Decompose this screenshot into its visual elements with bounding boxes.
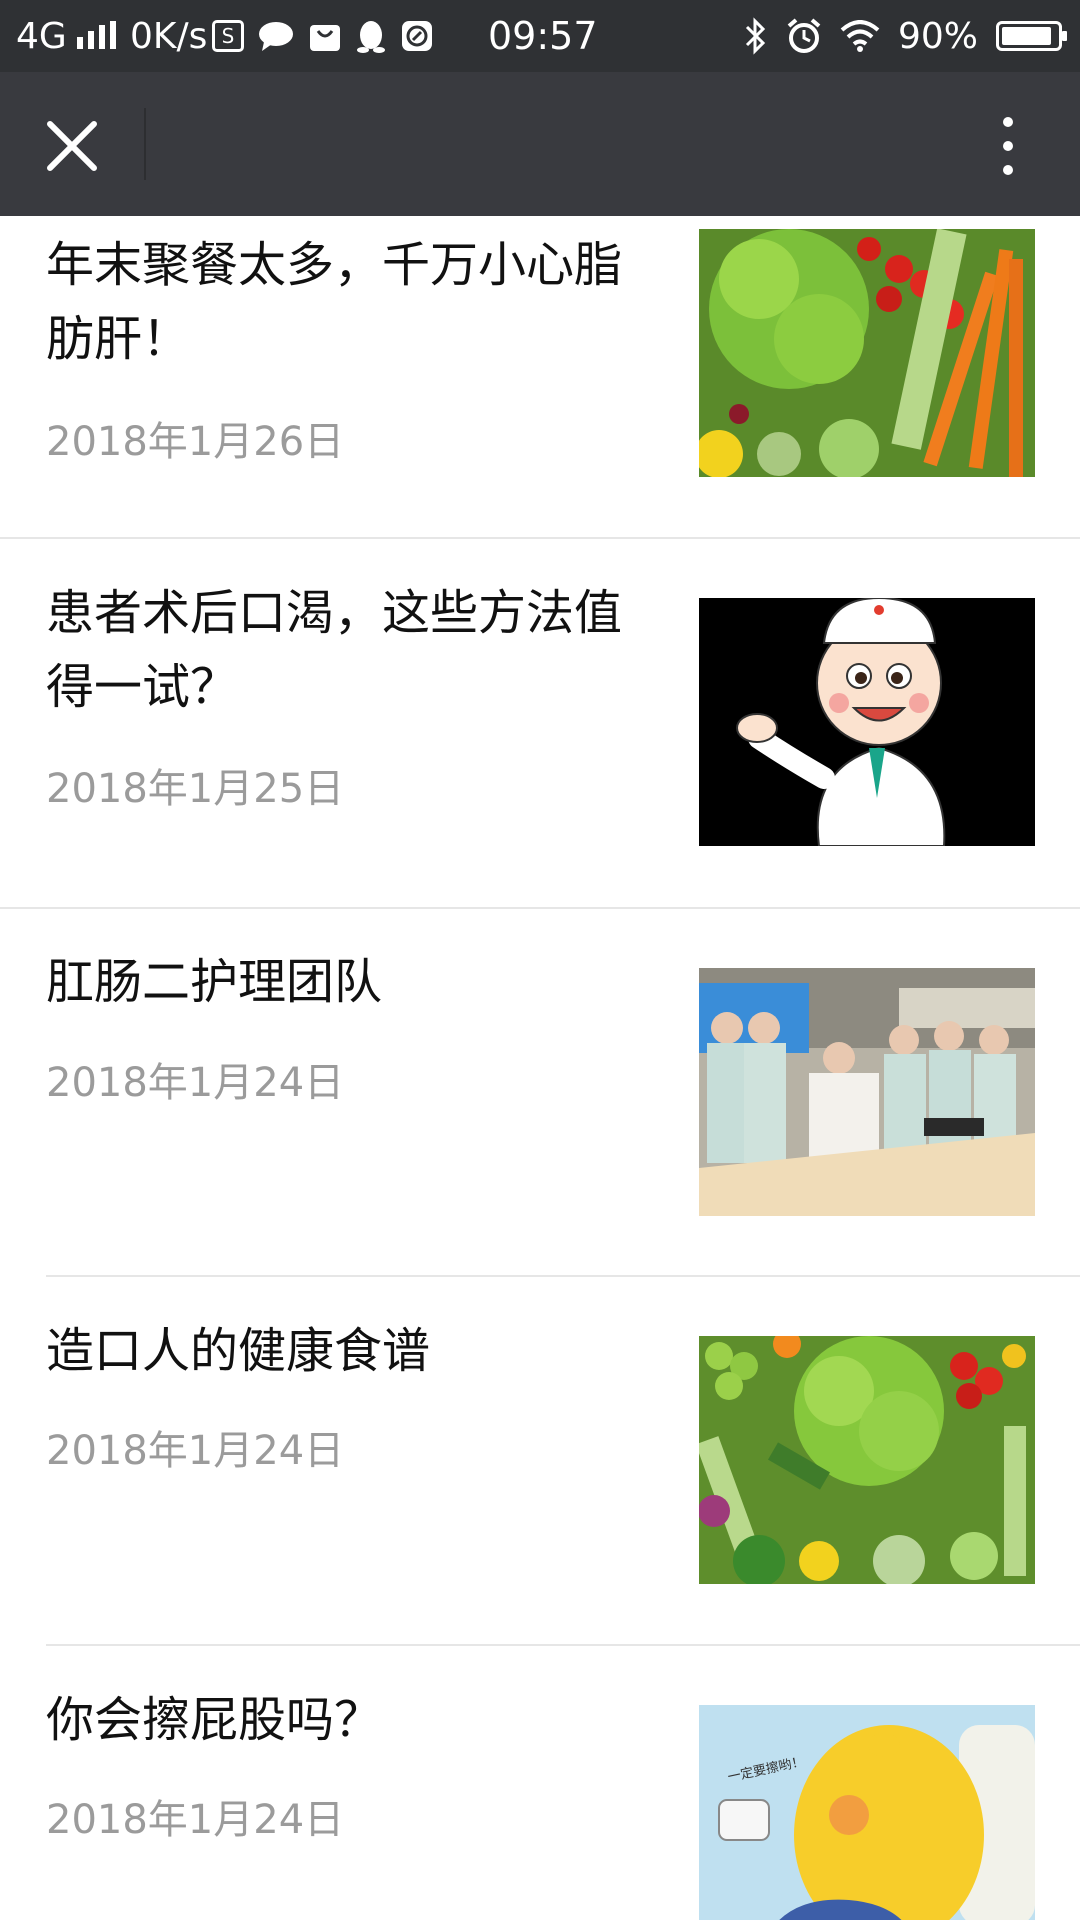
cartoon-toilet-image: 一定要擦哟！: [699, 1705, 1035, 1920]
article-title: 肛肠二护理团队: [46, 954, 383, 1010]
article-title: 造口人的健康食谱: [46, 1323, 431, 1379]
close-icon[interactable]: [40, 114, 104, 178]
network-indicator: 4G: [16, 0, 119, 72]
article-title: 你会擦屁股吗？: [46, 1692, 383, 1748]
notification-icons: S: [212, 0, 434, 72]
vegetables-image: [699, 229, 1035, 477]
qq-penguin-icon: [357, 21, 385, 53]
signal-icon: [76, 21, 116, 49]
battery-icon: [996, 21, 1067, 51]
network-speed: 0K/s: [130, 15, 208, 57]
nav-bar: [0, 72, 1080, 216]
article-date: 2018年1月24日: [46, 1428, 345, 1474]
article-date: 2018年1月26日: [46, 419, 345, 465]
article-thumbnail: [699, 598, 1035, 846]
shopping-bag-icon: [310, 25, 340, 51]
article-title: 年末聚餐太多，千万小心脂肪肝！: [46, 237, 623, 367]
battery-level: [1002, 27, 1051, 45]
article-item[interactable]: 肛肠二护理团队 2018年1月24日: [0, 909, 1080, 1276]
battery-percent: 90%: [897, 15, 978, 57]
article-list: 年末聚餐太多，千万小心脂肪肝！ 2018年1月26日 患者术后口渴，这些方法值得…: [0, 216, 1080, 1920]
article-date: 2018年1月25日: [46, 766, 345, 812]
nav-divider: [144, 108, 146, 180]
wifi-icon: [840, 20, 880, 52]
compass-app-icon: [402, 21, 432, 51]
nursing-team-photo: [699, 968, 1035, 1216]
cartoon-doctor-image: [699, 598, 1035, 846]
system-status: 90%: [744, 0, 1067, 72]
bluetooth-icon: [745, 17, 766, 55]
article-thumbnail: [699, 229, 1035, 477]
more-vertical-icon[interactable]: [990, 114, 1026, 178]
article-title: 患者术后口渴，这些方法值得一试？: [46, 585, 623, 715]
article-thumbnail: [699, 1336, 1035, 1584]
network-type: 4G: [16, 15, 67, 57]
clock: 09:57: [488, 14, 598, 58]
vegetables-image: [699, 1336, 1035, 1584]
article-item[interactable]: 造口人的健康食谱 2018年1月24日: [0, 1277, 1080, 1645]
article-date: 2018年1月24日: [46, 1797, 345, 1843]
article-thumbnail: [699, 968, 1035, 1216]
status-bar: 4G 0K/s S 09:57 90%: [0, 0, 1080, 72]
chat-bubble-icon: [259, 22, 293, 51]
article-item[interactable]: 年末聚餐太多，千万小心脂肪肝！ 2018年1月26日: [0, 216, 1080, 538]
alarm-icon: [787, 18, 821, 53]
s-app-icon: S: [212, 20, 244, 52]
article-thumbnail: 一定要擦哟！: [699, 1705, 1035, 1920]
article-item[interactable]: 你会擦屁股吗？ 2018年1月24日 一定要擦哟！: [0, 1646, 1080, 1920]
article-date: 2018年1月24日: [46, 1060, 345, 1106]
